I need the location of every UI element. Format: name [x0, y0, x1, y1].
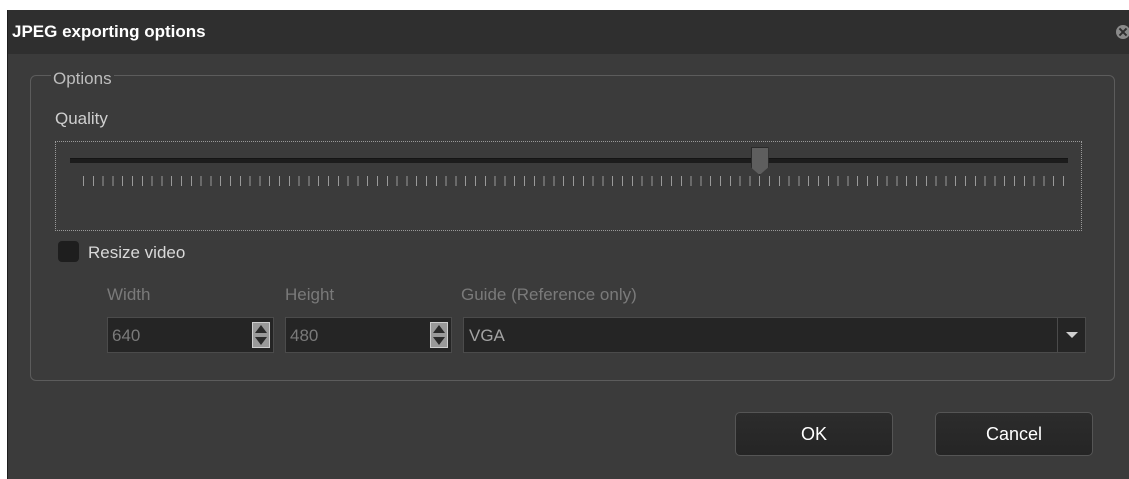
cancel-button[interactable]: Cancel	[935, 412, 1093, 456]
slider-ticks	[83, 176, 1066, 186]
height-input[interactable]: 480	[285, 317, 452, 353]
guide-dropdown[interactable]: VGA	[463, 317, 1086, 353]
width-label: Width	[107, 285, 151, 304]
options-legend: Options	[51, 69, 114, 89]
close-icon[interactable]	[1116, 25, 1129, 39]
quality-label: Quality	[55, 109, 108, 128]
quality-slider[interactable]	[55, 141, 1082, 231]
slider-thumb[interactable]	[750, 147, 769, 175]
width-value: 640	[112, 326, 141, 345]
dialog-title: JPEG exporting options	[12, 22, 206, 41]
guide-selected-value: VGA	[469, 326, 505, 345]
guide-label: Guide (Reference only)	[461, 285, 637, 304]
title-bar: JPEG exporting options	[8, 10, 1129, 54]
chevron-down-icon[interactable]	[1057, 318, 1085, 352]
resize-video-checkbox[interactable]	[58, 241, 79, 262]
height-label: Height	[285, 285, 335, 304]
slider-track[interactable]	[70, 158, 1068, 163]
width-spinner-icon[interactable]	[252, 322, 270, 348]
height-value: 480	[290, 326, 319, 345]
resize-video-label[interactable]: Resize video	[88, 243, 185, 263]
height-spinner-icon[interactable]	[430, 322, 448, 348]
width-input[interactable]: 640	[107, 317, 274, 353]
ok-button[interactable]: OK	[735, 412, 893, 456]
